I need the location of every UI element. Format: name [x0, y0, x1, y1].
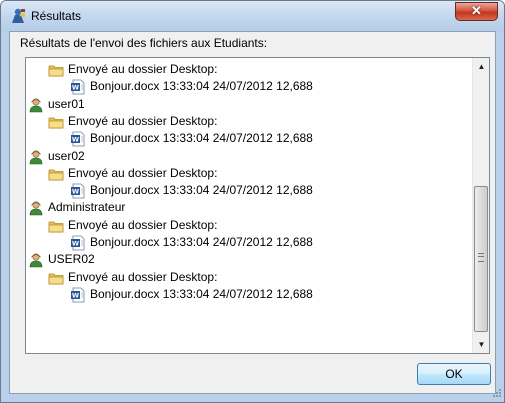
list-item-label: Envoyé au dossier Desktop: [68, 217, 218, 232]
list-item-label: Envoyé au dossier Desktop: [68, 113, 218, 128]
folder-icon [48, 270, 64, 286]
user-icon [28, 97, 44, 113]
list-item-label: user01 [48, 96, 85, 111]
list-item-label: Envoyé au dossier Desktop: [68, 62, 218, 76]
resize-grip-icon[interactable] [490, 388, 502, 400]
scroll-down-arrow-icon[interactable]: ▼ [473, 336, 489, 353]
folder-icon [48, 166, 64, 182]
list-item-label: Bonjour.docx 13:33:04 24/07/2012 12,688 [90, 235, 313, 249]
app-icon [12, 8, 25, 23]
svg-text:W: W [72, 188, 79, 196]
word-document-icon: W [70, 79, 86, 95]
list-item-label: Bonjour.docx 13:33:04 24/07/2012 12,688 [90, 286, 313, 301]
svg-text:W: W [72, 240, 79, 248]
ok-button[interactable]: OK [417, 363, 491, 385]
svg-text:W: W [72, 136, 79, 144]
results-list[interactable]: Envoyé au dossier Desktop: W Bonjour.docx … [25, 57, 490, 354]
list-item-label: Bonjour.docx 13:33:04 24/07/2012 12,688 [90, 79, 313, 94]
user-icon [28, 252, 44, 268]
list-item-label: Bonjour.docx 13:33:04 24/07/2012 12,688 [90, 131, 313, 146]
scroll-up-arrow-icon[interactable]: ▲ [473, 58, 489, 75]
vertical-scrollbar[interactable]: ▲ ▼ [472, 58, 489, 353]
word-document-icon: W [70, 183, 86, 199]
word-document-icon: W [70, 131, 86, 147]
results-dialog: Résultats ✕ Résultats de l'envoi des fic… [0, 0, 505, 403]
title-bar[interactable]: Résultats ✕ [1, 1, 504, 31]
svg-text:W: W [72, 84, 79, 92]
list-item-label: Bonjour.docx 13:33:04 24/07/2012 12,688 [90, 183, 313, 198]
window-title: Résultats [31, 9, 82, 23]
close-button[interactable]: ✕ [455, 2, 498, 21]
scrollbar-thumb[interactable] [474, 186, 488, 332]
list-item-label: Envoyé au dossier Desktop: [68, 269, 218, 284]
list-item-label: user02 [48, 148, 85, 163]
word-document-icon: W [70, 235, 86, 251]
list-item-label: Envoyé au dossier Desktop: [68, 165, 218, 180]
folder-icon [48, 62, 64, 78]
scrollbar-grip-icon [478, 253, 484, 262]
word-document-icon: W [70, 287, 86, 303]
svg-text:W: W [72, 291, 79, 299]
list-item-label: USER02 [48, 252, 95, 267]
results-heading: Résultats de l'envoi des fichiers aux Et… [20, 36, 268, 50]
folder-icon [48, 218, 64, 234]
user-icon [28, 149, 44, 165]
folder-icon [48, 114, 64, 130]
user-icon [28, 200, 44, 216]
close-icon: ✕ [471, 3, 482, 18]
results-list-content: Envoyé au dossier Desktop: W Bonjour.docx … [26, 58, 472, 353]
list-item-label: Administrateur [48, 200, 126, 215]
